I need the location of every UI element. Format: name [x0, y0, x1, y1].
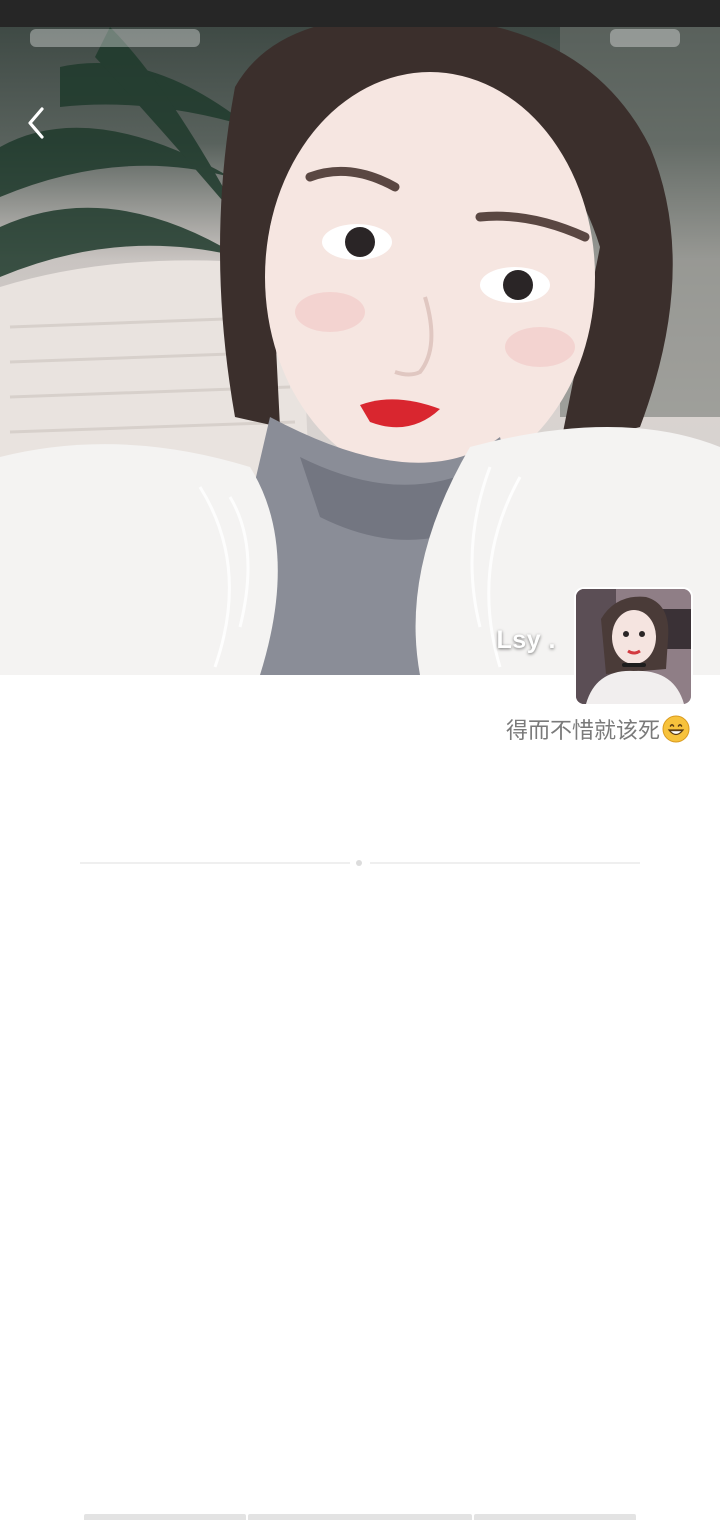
grinning-face-icon — [662, 715, 690, 743]
status-bar — [0, 0, 720, 27]
bottom-tab-3[interactable] — [474, 1514, 636, 1520]
avatar[interactable] — [576, 589, 691, 704]
cover-photo-illustration — [0, 27, 720, 675]
profile-nickname: Lsy . — [496, 626, 556, 654]
profile-page: Lsy . 得而不惜就该死 — [0, 0, 720, 1520]
avatar-image — [576, 589, 691, 704]
divider-dot — [356, 860, 362, 866]
profile-signature: 得而不惜就该死 — [505, 719, 660, 744]
divider-right — [370, 862, 640, 864]
bottom-tab-2[interactable] — [248, 1514, 472, 1520]
divider-left — [80, 862, 350, 864]
chevron-left-icon — [28, 107, 44, 139]
back-button[interactable] — [18, 99, 54, 147]
bottom-tab-1[interactable] — [84, 1514, 246, 1520]
signature-row: 得而不惜就该死 — [506, 712, 690, 746]
cover-photo[interactable] — [0, 27, 720, 675]
